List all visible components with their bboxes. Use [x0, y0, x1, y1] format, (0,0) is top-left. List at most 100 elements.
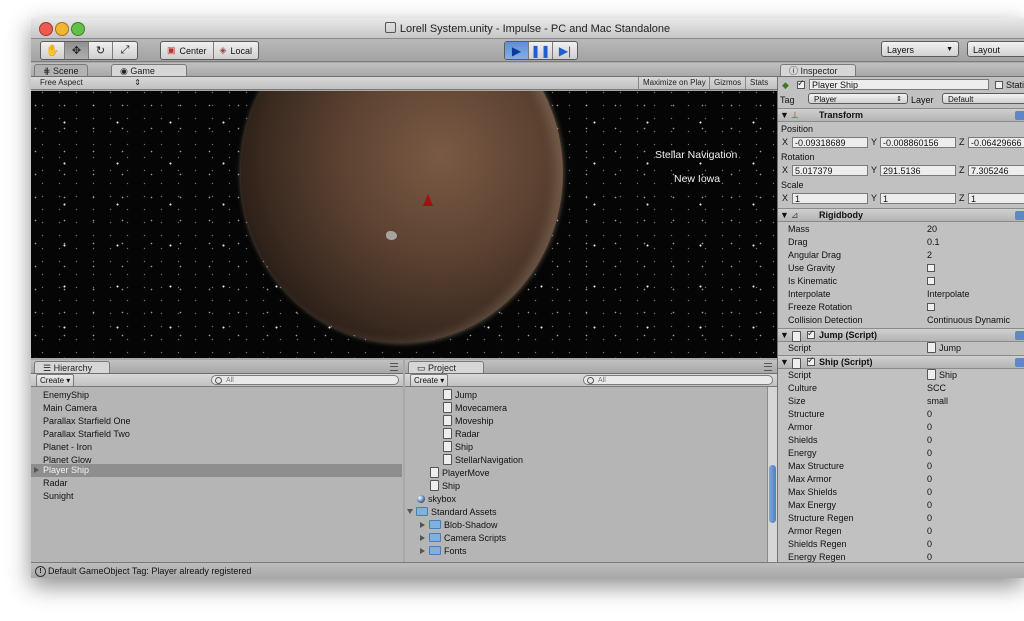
scale-tool-button[interactable]: ⤢: [113, 42, 137, 59]
position-x-field[interactable]: -0.09318689: [792, 137, 868, 148]
project-scrollbar[interactable]: [767, 387, 777, 562]
project-create-dropdown[interactable]: Create ▾: [410, 374, 449, 387]
play-button[interactable]: ▶: [505, 42, 529, 59]
ship-prop-row[interactable]: Size small: [788, 395, 1023, 408]
pivot-center-button[interactable]: ▣ Center: [161, 42, 214, 59]
project-folder-item[interactable]: Standard Assets: [407, 506, 497, 519]
hierarchy-item[interactable]: Radar: [43, 477, 68, 490]
tab-inspector[interactable]: ⓘ Inspector: [780, 64, 856, 76]
ship-prop-row[interactable]: Armor 0: [788, 421, 1023, 434]
help-icon[interactable]: [1015, 331, 1024, 340]
drag-row[interactable]: Drag 0.1: [788, 236, 1023, 249]
layout-dropdown[interactable]: Layout: [967, 41, 1024, 57]
project-file-item[interactable]: Ship: [443, 441, 473, 454]
status-bar[interactable]: ! Default GameObject Tag: Player already…: [31, 562, 1024, 578]
expand-triangle-icon[interactable]: [420, 535, 425, 541]
tab-hierarchy[interactable]: ☰ Hierarchy: [34, 361, 110, 373]
hierarchy-item[interactable]: Main Camera: [43, 402, 97, 415]
collapse-triangle-icon[interactable]: ▼: [780, 110, 789, 120]
ship-prop-row[interactable]: Armor Regen 0: [788, 525, 1023, 538]
hierarchy-item[interactable]: Sunight: [43, 490, 74, 503]
collision-detection-row[interactable]: Collision Detection Continuous Dynamic: [788, 314, 1023, 327]
hierarchy-search-input[interactable]: All: [211, 375, 399, 385]
position-z-field[interactable]: -0.06429666: [968, 137, 1024, 148]
hierarchy-item[interactable]: Planet - Iron: [43, 441, 92, 454]
rotate-tool-button[interactable]: ↻: [89, 42, 113, 59]
scale-z-field[interactable]: 1: [968, 193, 1024, 204]
ship-prop-row[interactable]: Max Armor 0: [788, 473, 1023, 486]
collapse-triangle-icon[interactable]: ▼: [780, 357, 789, 367]
ship-prop-row[interactable]: Shields 0: [788, 434, 1023, 447]
angular-drag-row[interactable]: Angular Drag 2: [788, 249, 1023, 262]
panel-menu-icon[interactable]: [390, 363, 398, 371]
scale-y-field[interactable]: 1: [880, 193, 956, 204]
project-file-item[interactable]: Movecamera: [443, 402, 507, 415]
project-file-item[interactable]: Jump: [443, 389, 477, 402]
project-file-item[interactable]: Ship: [430, 480, 460, 493]
collapse-triangle-icon[interactable]: [407, 509, 413, 514]
help-icon[interactable]: [1015, 358, 1024, 367]
hierarchy-item[interactable]: Parallax Starfield Two: [43, 428, 130, 441]
help-icon[interactable]: [1015, 111, 1024, 120]
mass-row[interactable]: Mass 20: [788, 223, 1023, 236]
ship-prop-row[interactable]: Max Structure 0: [788, 460, 1023, 473]
static-checkbox[interactable]: [995, 81, 1003, 89]
object-name-field[interactable]: Player Ship: [809, 79, 989, 90]
tab-scene[interactable]: ⋕ Scene: [34, 64, 88, 76]
tab-game[interactable]: ◉ Game: [111, 64, 187, 76]
expand-triangle-icon[interactable]: [420, 548, 425, 554]
project-folder-item[interactable]: Blob-Shadow: [420, 519, 498, 532]
hierarchy-create-dropdown[interactable]: Create ▾: [36, 374, 75, 387]
ship-script-header[interactable]: ▼ Ship (Script): [778, 355, 1024, 369]
hierarchy-item[interactable]: EnemyShip: [43, 389, 89, 402]
tag-dropdown[interactable]: Player ⇕: [808, 93, 908, 104]
ship-script-row[interactable]: Script Ship: [788, 369, 1023, 382]
ship-prop-row[interactable]: Energy Regen 0: [788, 551, 1023, 562]
ship-prop-row[interactable]: Max Shields 0: [788, 486, 1023, 499]
collapse-triangle-icon[interactable]: ▼: [780, 330, 789, 340]
interpolate-row[interactable]: Interpolate Interpolate: [788, 288, 1023, 301]
step-button[interactable]: ▶|: [553, 42, 577, 59]
project-file-item[interactable]: PlayerMove: [430, 467, 490, 480]
move-tool-button[interactable]: ✥: [65, 42, 89, 59]
ship-prop-row[interactable]: Shields Regen 0: [788, 538, 1023, 551]
use-gravity-checkbox[interactable]: [927, 264, 935, 272]
ship-prop-row[interactable]: Energy 0: [788, 447, 1023, 460]
aspect-dropdown[interactable]: Free Aspect ⇕: [36, 77, 144, 89]
gizmos-toggle[interactable]: Gizmos: [709, 77, 745, 89]
project-folder-item[interactable]: Camera Scripts: [420, 532, 506, 545]
layers-dropdown[interactable]: Layers ▼: [881, 41, 959, 57]
ship-enabled-checkbox[interactable]: [807, 355, 815, 366]
project-search-input[interactable]: All: [583, 375, 773, 385]
jump-script-header[interactable]: ▼ Jump (Script): [778, 328, 1024, 342]
rigidbody-header[interactable]: ▼ ⊿ Rigidbody: [778, 208, 1024, 222]
hand-tool-button[interactable]: ✋: [41, 42, 65, 59]
hierarchy-item[interactable]: Parallax Starfield One: [43, 415, 131, 428]
rotation-z-field[interactable]: 7.305246: [968, 165, 1024, 176]
jump-enabled-checkbox[interactable]: [807, 328, 815, 339]
panel-menu-icon[interactable]: [764, 363, 772, 371]
ship-prop-row[interactable]: Structure Regen 0: [788, 512, 1023, 525]
jump-script-row[interactable]: Script Jump: [788, 342, 1023, 355]
hierarchy-item-selected[interactable]: Player Ship: [43, 464, 89, 477]
project-file-item[interactable]: Radar: [443, 428, 480, 441]
project-material-item[interactable]: skybox: [417, 493, 456, 506]
help-icon[interactable]: [1015, 211, 1024, 220]
freeze-rotation-checkbox[interactable]: [927, 303, 935, 311]
project-file-item[interactable]: Moveship: [443, 415, 494, 428]
ship-prop-row[interactable]: Structure 0: [788, 408, 1023, 421]
ship-prop-row[interactable]: Max Energy 0: [788, 499, 1023, 512]
active-checkbox[interactable]: [797, 78, 805, 89]
game-viewport[interactable]: Stellar Navigation New Iowa: [31, 91, 777, 358]
is-kinematic-checkbox[interactable]: [927, 277, 935, 285]
layer-dropdown[interactable]: Default: [942, 93, 1024, 104]
project-folder-item[interactable]: Fonts: [420, 545, 467, 558]
expand-triangle-icon[interactable]: [420, 522, 425, 528]
rotation-y-field[interactable]: 291.5136: [880, 165, 956, 176]
position-y-field[interactable]: -0.008860156: [880, 137, 956, 148]
pause-button[interactable]: ❚❚: [529, 42, 553, 59]
scale-x-field[interactable]: 1: [792, 193, 868, 204]
collapse-triangle-icon[interactable]: ▼: [780, 210, 789, 220]
transform-header[interactable]: ▼ ⊥ Transform: [778, 108, 1024, 122]
expand-triangle-icon[interactable]: [34, 464, 43, 477]
